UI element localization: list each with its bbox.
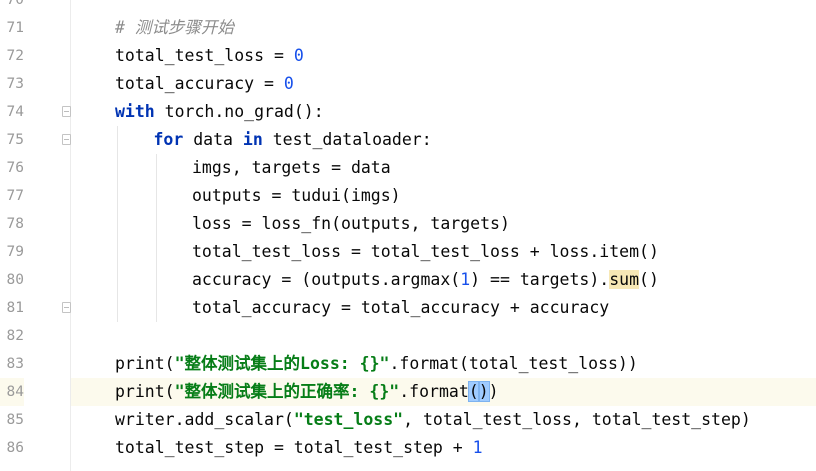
code-token: total_test_step = total_test_step +	[115, 438, 473, 457]
code-line-text: total_accuracy = 0	[115, 70, 294, 98]
code-token: in	[242, 130, 263, 149]
code-line[interactable]: # 测试步骤开始	[71, 14, 816, 42]
code-token: 0	[283, 74, 294, 93]
indent-guide	[117, 126, 118, 322]
code-line-text: print("整体测试集上的Loss: {}".format(total_tes…	[115, 350, 638, 378]
code-line[interactable]: total_test_loss = total_test_loss + loss…	[71, 238, 816, 266]
code-token: with	[115, 102, 155, 121]
code-token: .format(total_test_loss))	[389, 354, 638, 373]
code-line[interactable]: total_accuracy = total_accuracy + accura…	[71, 294, 816, 322]
code-line[interactable]: writer.add_scalar("test_loss", total_tes…	[71, 406, 816, 434]
code-token: outputs = tudui(imgs)	[192, 186, 401, 205]
code-line[interactable]: print("整体测试集上的正确率: {}".format())	[71, 378, 816, 406]
code-token: torch.no_grad():	[154, 102, 324, 121]
code-token: total_test_loss =	[115, 46, 294, 65]
code-line[interactable]: with torch.no_grad():	[71, 98, 816, 126]
code-token: writer.add_scalar(	[115, 410, 294, 429]
code-token: total_accuracy = total_accuracy + accura…	[192, 298, 610, 317]
code-token: loss = loss_fn(outputs, targets)	[192, 214, 510, 233]
line-number: 84	[0, 378, 24, 406]
code-editor[interactable]: 70 71 72 73 74 75 76 77 78 79 80 81 82 83 84 85 86 # 测试步…	[0, 0, 816, 471]
code-line[interactable]: loss = loss_fn(outputs, targets)	[71, 210, 816, 238]
code-token: )	[477, 381, 490, 402]
code-line-text: outputs = tudui(imgs)	[192, 182, 401, 210]
code-token: imgs, targets = data	[192, 158, 391, 177]
code-line-text: total_test_loss = 0	[115, 42, 304, 70]
code-line[interactable]: total_test_step = total_test_step + 1	[71, 434, 816, 462]
code-line[interactable]: outputs = tudui(imgs)	[71, 182, 816, 210]
line-number: 82	[6, 328, 24, 344]
code-line-text: total_accuracy = total_accuracy + accura…	[192, 294, 609, 322]
line-number: 74	[6, 104, 24, 120]
code-line[interactable]	[71, 322, 816, 350]
line-number: 76	[6, 160, 24, 176]
code-token: , total_test_loss, total_test_step)	[403, 410, 751, 429]
code-line[interactable]: for data in test_dataloader:	[71, 126, 816, 154]
code-line[interactable]: total_test_loss = 0	[71, 42, 816, 70]
fold-marker-icon[interactable]	[62, 302, 71, 313]
code-line-text: loss = loss_fn(outputs, targets)	[192, 210, 510, 238]
code-token: "整体测试集上的Loss: {}"	[174, 354, 390, 373]
code-token: accuracy = (outputs.argmax(	[192, 270, 461, 289]
code-line-text: with torch.no_grad():	[115, 98, 324, 126]
indent-guide	[155, 154, 157, 322]
code-line-text: accuracy = (outputs.argmax(1) == targets…	[192, 266, 659, 294]
code-token: for	[153, 130, 184, 149]
code-line-text: total_test_step = total_test_step + 1	[115, 434, 483, 462]
line-number: 71	[6, 20, 24, 36]
line-number: 86	[6, 440, 24, 456]
line-number: 80	[6, 272, 24, 288]
code-token: 0	[293, 46, 304, 65]
code-token: sum	[609, 270, 640, 289]
line-number: 70	[6, 0, 24, 8]
line-number: 73	[6, 76, 24, 92]
line-number-gutter: 70 71 72 73 74 75 76 77 78 79 80 81 82 83 84 85 86	[0, 0, 71, 471]
code-line[interactable]: imgs, targets = data	[71, 154, 816, 182]
fold-marker-icon[interactable]	[62, 106, 71, 117]
code-token: # 测试步骤开始	[115, 18, 234, 37]
code-line[interactable]: print("整体测试集上的Loss: {}".format(total_tes…	[71, 350, 816, 378]
code-token: print(	[115, 354, 175, 373]
line-number: 83	[6, 356, 24, 372]
line-number: 85	[6, 412, 24, 428]
code-token: 1	[472, 438, 483, 457]
code-token: )	[488, 382, 499, 401]
code-token: ()	[639, 270, 659, 289]
code-token: print(	[115, 382, 175, 401]
code-line[interactable]: total_accuracy = 0	[71, 70, 816, 98]
code-token: test_dataloader:	[262, 130, 432, 149]
code-line[interactable]	[71, 0, 816, 14]
code-token: ) == targets).	[470, 270, 610, 289]
code-line-text: imgs, targets = data	[192, 154, 391, 182]
code-line-text: for data in test_dataloader:	[154, 126, 432, 154]
code-line-text: # 测试步骤开始	[115, 14, 234, 42]
code-line-text: writer.add_scalar("test_loss", total_tes…	[115, 406, 751, 434]
code-token: total_test_loss = total_test_loss + loss…	[192, 242, 659, 261]
code-token: data	[183, 130, 243, 149]
code-token: "整体测试集上的正确率: {}"	[174, 382, 400, 401]
line-number: 79	[6, 244, 24, 260]
code-token: .format	[399, 382, 469, 401]
line-number: 75	[6, 132, 24, 148]
code-line-text: print("整体测试集上的正确率: {}".format())	[115, 378, 499, 406]
code-line-text: total_test_loss = total_test_loss + loss…	[192, 238, 659, 266]
line-number: 81	[6, 300, 24, 316]
code-line[interactable]: accuracy = (outputs.argmax(1) == targets…	[71, 266, 816, 294]
line-number: 72	[6, 48, 24, 64]
fold-marker-icon[interactable]	[62, 134, 71, 145]
line-number: 77	[6, 188, 24, 204]
code-token: 1	[460, 270, 471, 289]
line-number: 78	[6, 216, 24, 232]
code-token: total_accuracy =	[115, 74, 284, 93]
code-token: "test_loss"	[293, 410, 404, 429]
